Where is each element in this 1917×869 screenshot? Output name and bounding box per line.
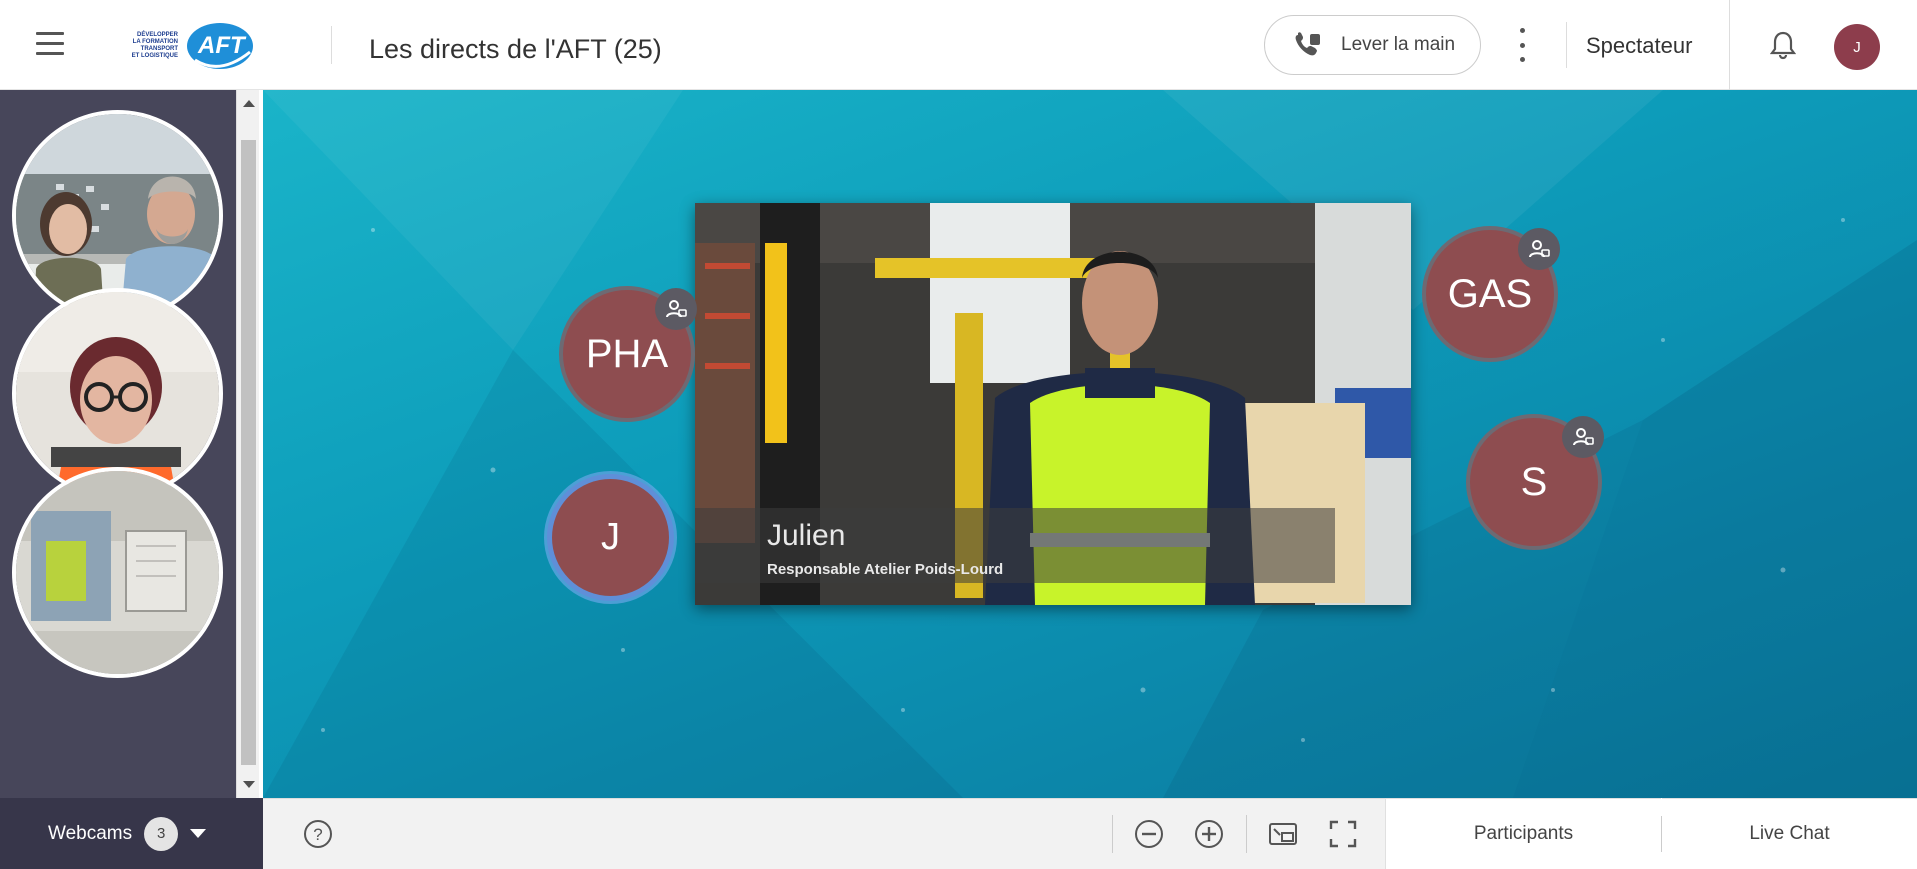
help-icon[interactable]: ? [301, 817, 335, 851]
aft-logo[interactable]: DÉVELOPPER LA FORMATION TRANSPORT ET LOG… [100, 18, 255, 72]
presenter-icon [1562, 416, 1604, 458]
presenter-icon [1518, 228, 1560, 270]
header-divider-3 [1729, 0, 1730, 90]
participant-initials: PHA [585, 331, 669, 376]
chevron-down-icon [190, 829, 207, 838]
webcam-video-1 [16, 114, 219, 317]
tab-live-chat[interactable]: Live Chat [1662, 798, 1917, 869]
logo-mark: AFT [187, 23, 253, 69]
webcam-tile-3[interactable] [12, 467, 223, 678]
hamburger-icon[interactable] [36, 32, 64, 56]
picture-in-picture-icon[interactable] [1266, 817, 1300, 851]
webcams-count-badge: 3 [144, 816, 179, 851]
participant-bubble-gas[interactable]: GAS [1422, 226, 1560, 362]
video-caption-name: Julien [767, 519, 846, 552]
toolbar-divider [1112, 815, 1113, 853]
header-divider [331, 26, 332, 64]
toolbar-divider [1246, 815, 1247, 853]
raise-hand-label: Lever la main [1341, 34, 1456, 55]
raise-hand-button[interactable]: Lever la main [1264, 15, 1481, 75]
video-caption-role: Responsable Atelier Poids-Lourd [767, 561, 1004, 578]
tab-participants[interactable]: Participants [1385, 798, 1661, 869]
header-divider-2 [1566, 22, 1567, 68]
webcams-toggle[interactable]: Webcams 3 [0, 798, 263, 869]
zoom-out-icon[interactable] [1132, 817, 1166, 851]
webcams-label: Webcams [48, 822, 133, 844]
webcam-video-3 [16, 471, 219, 674]
participant-bubble-j[interactable]: J [547, 474, 674, 601]
sidebar-scrollbar[interactable] [236, 90, 259, 798]
presenter-icon [655, 288, 697, 330]
main-video[interactable]: Julien Responsable Atelier Poids-Lourd [695, 203, 1411, 605]
page-title: Les directs de l'AFT (25) [369, 34, 662, 64]
participant-bubble-s[interactable]: S [1466, 414, 1604, 550]
more-vertical-icon[interactable] [1512, 28, 1532, 62]
participant-bubble-pha[interactable]: PHA [559, 286, 697, 422]
webcam-video-2 [16, 292, 219, 495]
svg-text:?: ? [313, 825, 322, 844]
participant-initials: GAS [1447, 271, 1533, 316]
live-stage: Julien Responsable Atelier Poids-Lourd P… [263, 90, 1917, 798]
top-header: DÉVELOPPER LA FORMATION TRANSPORT ET LOG… [0, 0, 1917, 90]
user-avatar[interactable]: J [1834, 24, 1880, 70]
scroll-up-arrow-icon[interactable] [243, 100, 255, 107]
bell-icon[interactable] [1769, 30, 1797, 65]
webcams-sidebar [0, 90, 236, 798]
zoom-in-icon[interactable] [1192, 817, 1226, 851]
participant-initials: J [601, 516, 620, 558]
scroll-thumb[interactable] [241, 140, 256, 765]
stage-toolbar: ? [263, 798, 1385, 869]
participant-initials: S [1520, 459, 1548, 504]
scroll-down-arrow-icon[interactable] [243, 781, 255, 788]
svg-text:AFT: AFT [197, 32, 247, 59]
raise-hand-icon [1295, 32, 1320, 56]
fullscreen-icon[interactable] [1326, 817, 1360, 851]
role-label[interactable]: Spectateur [1586, 33, 1692, 59]
